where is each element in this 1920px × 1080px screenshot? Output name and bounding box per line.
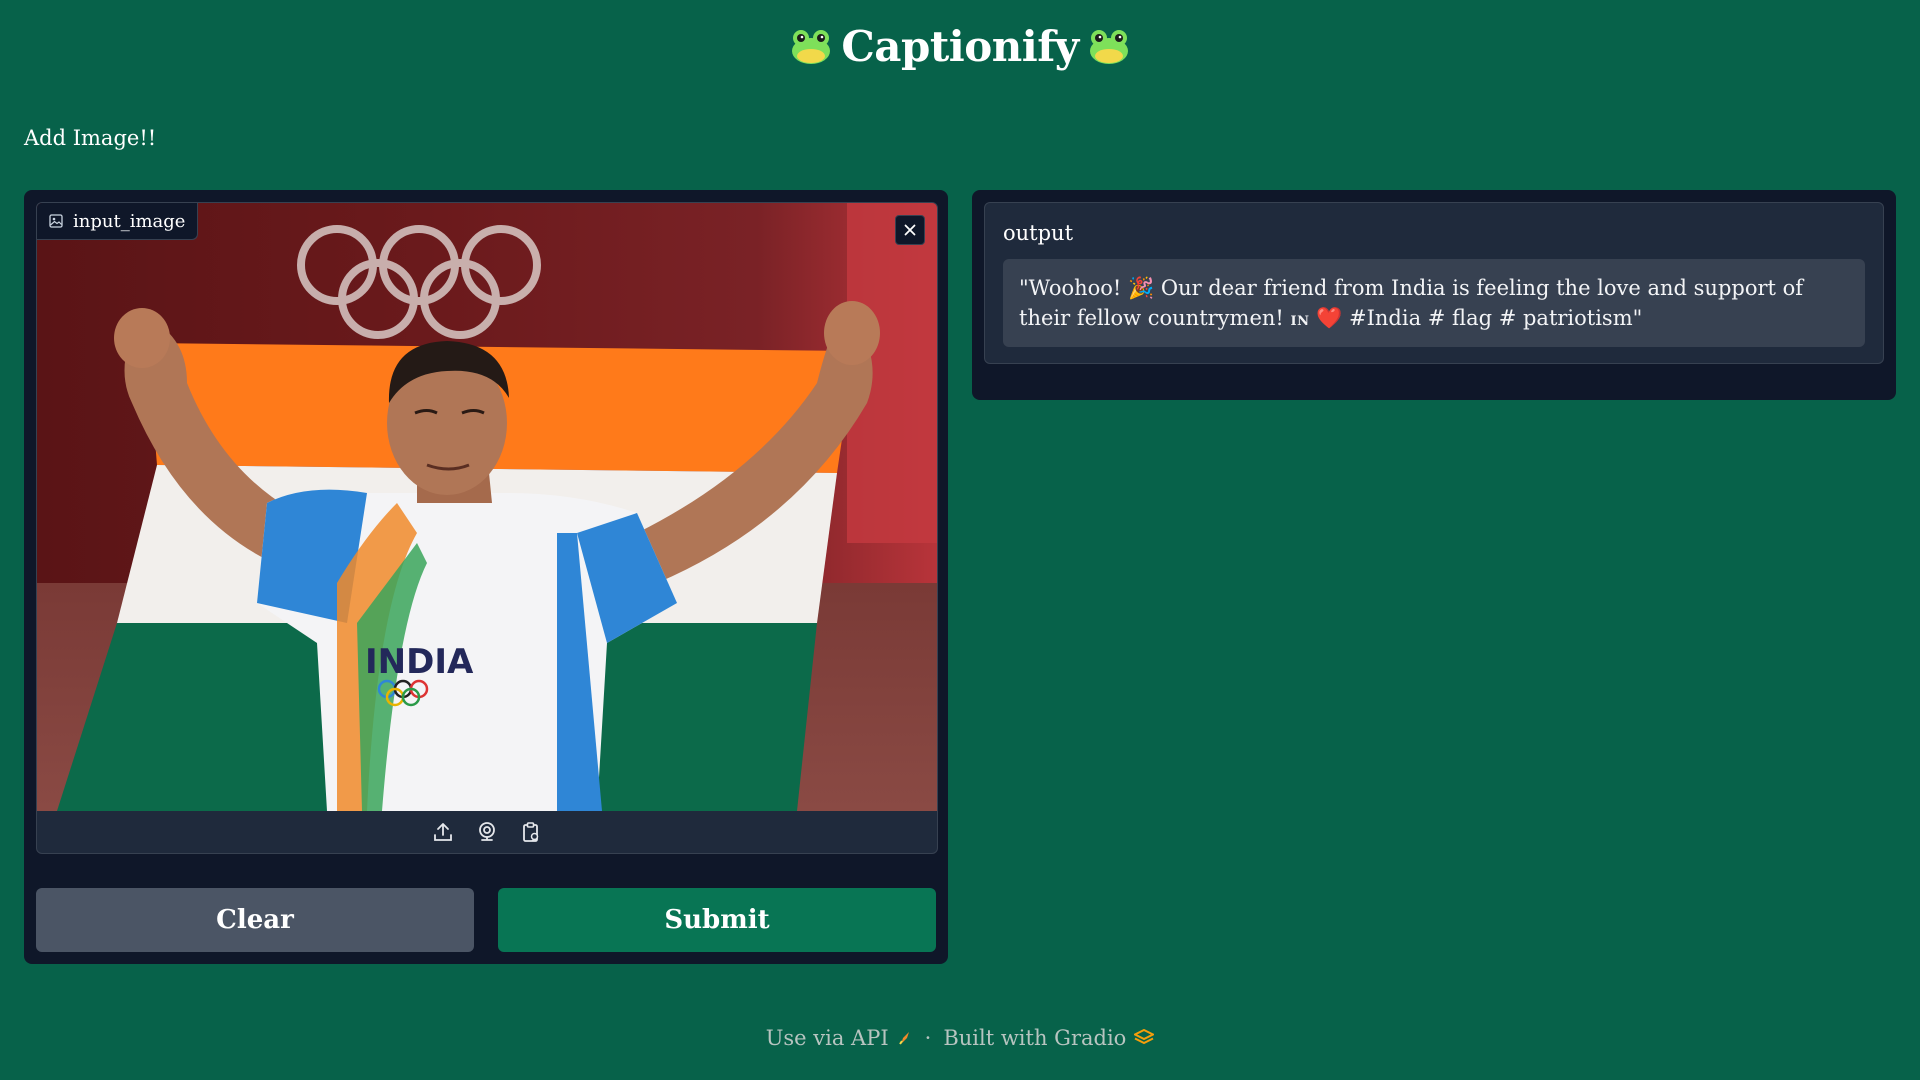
built-with-gradio-label: Built with Gradio (943, 1026, 1127, 1050)
output-text-part2: #India # flag # patriotism" (1342, 306, 1643, 330)
frog-face-icon (1089, 29, 1128, 64)
footer-separator: · (924, 1026, 932, 1050)
frog-face-icon (792, 29, 831, 64)
output-textbox[interactable]: "Woohoo! 🎉 Our dear friend from India is… (1003, 259, 1865, 347)
heart-emoji: ❤️ (1316, 306, 1343, 330)
clear-button[interactable]: Clear (36, 888, 474, 952)
image-icon (49, 214, 63, 228)
footer: Use via API · Built with Gradio (0, 1026, 1920, 1050)
image-label: input_image (37, 203, 199, 240)
use-via-api-label: Use via API (765, 1026, 889, 1050)
image-source-toolbar (37, 811, 937, 853)
app-title: Captionify (0, 22, 1920, 71)
webcam-icon[interactable] (474, 819, 500, 845)
athlete-flag-photo: INDIA (37, 203, 937, 811)
clipboard-icon[interactable] (518, 819, 544, 845)
remove-image-button[interactable] (895, 215, 925, 245)
upload-icon[interactable] (430, 819, 456, 845)
svg-text:INDIA: INDIA (365, 642, 474, 682)
built-with-gradio-link[interactable]: Built with Gradio (943, 1026, 1155, 1050)
india-flag-emoji: IN (1290, 314, 1310, 329)
input-panel: input_image INDIA Clear Submit (24, 190, 948, 964)
submit-button[interactable]: Submit (498, 888, 936, 952)
image-upload-component[interactable]: input_image INDIA (36, 202, 938, 854)
use-via-api-link[interactable]: Use via API (766, 1026, 913, 1050)
image-label-text: input_image (73, 210, 186, 232)
output-panel: output "Woohoo! 🎉 Our dear friend from I… (972, 190, 1896, 400)
app-description: Add Image!! (24, 126, 157, 150)
output-component: output "Woohoo! 🎉 Our dear friend from I… (984, 202, 1884, 364)
uploaded-photo: INDIA (37, 203, 937, 811)
rocket-icon (898, 1032, 909, 1045)
app-title-text: Captionify (841, 22, 1079, 71)
output-label: output (1003, 221, 1074, 245)
gradio-logo-icon (1134, 1029, 1155, 1045)
close-icon (904, 224, 916, 236)
